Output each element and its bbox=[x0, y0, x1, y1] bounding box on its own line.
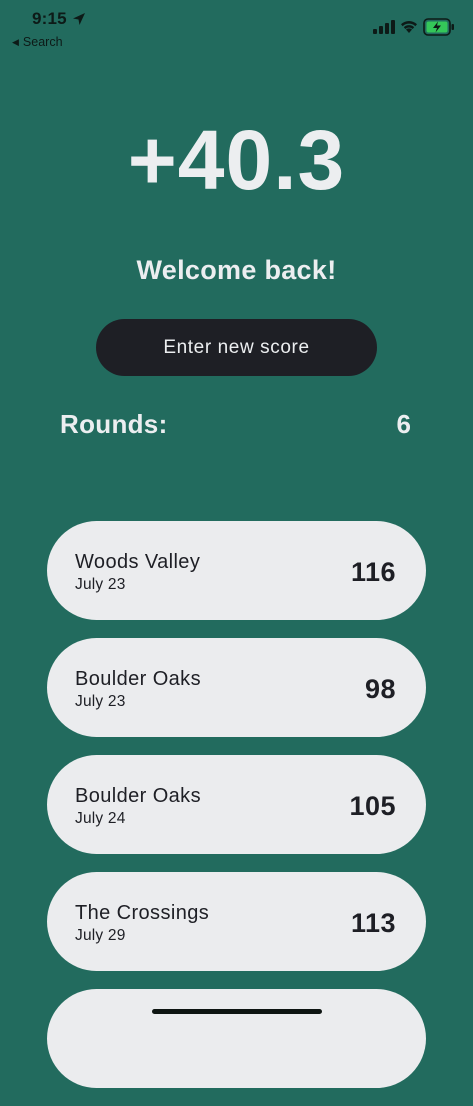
back-triangle-icon: ◀ bbox=[12, 36, 19, 47]
round-score: 116 bbox=[350, 557, 396, 587]
round-card[interactable]: Boulder Oaks July 24 105 bbox=[47, 755, 426, 854]
round-date: July 23 bbox=[75, 693, 126, 710]
rounds-list: Woods Valley July 23 116 Boulder Oaks Ju… bbox=[47, 521, 426, 1106]
round-card-partial[interactable] bbox=[47, 989, 426, 1088]
round-course-name: Boulder Oaks bbox=[75, 785, 201, 807]
round-score: 113 bbox=[350, 908, 396, 938]
battery-charging-icon bbox=[423, 18, 454, 36]
round-date: July 24 bbox=[75, 810, 126, 827]
back-search-label: Search bbox=[22, 35, 63, 49]
round-card[interactable]: The Crossings July 29 113 bbox=[47, 872, 426, 971]
rounds-count: 6 bbox=[396, 409, 411, 439]
back-to-search-link[interactable]: ◀ Search bbox=[12, 35, 63, 49]
round-date: July 29 bbox=[75, 927, 126, 944]
round-card[interactable]: Woods Valley July 23 116 bbox=[47, 521, 426, 620]
rounds-label: Rounds: bbox=[60, 409, 168, 439]
status-bar: 9:15 ◀ Search bbox=[0, 0, 473, 56]
round-course-name: The Crossings bbox=[75, 902, 210, 924]
enter-new-score-button[interactable]: Enter new score bbox=[96, 319, 377, 376]
wifi-icon bbox=[401, 21, 417, 33]
round-score: 105 bbox=[349, 791, 396, 821]
location-arrow-icon bbox=[73, 13, 85, 25]
cell-signal-icon bbox=[373, 20, 395, 34]
round-course-name: Boulder Oaks bbox=[75, 668, 201, 690]
status-time: 9:15 bbox=[32, 9, 67, 28]
round-date: July 23 bbox=[75, 576, 126, 593]
welcome-message: Welcome back! bbox=[136, 255, 337, 285]
home-indicator[interactable] bbox=[152, 1009, 322, 1014]
round-card[interactable]: Boulder Oaks July 23 98 bbox=[47, 638, 426, 737]
round-course-name: Woods Valley bbox=[75, 551, 201, 573]
round-score: 98 bbox=[364, 674, 396, 704]
handicap-score: +40.3 bbox=[127, 113, 346, 207]
